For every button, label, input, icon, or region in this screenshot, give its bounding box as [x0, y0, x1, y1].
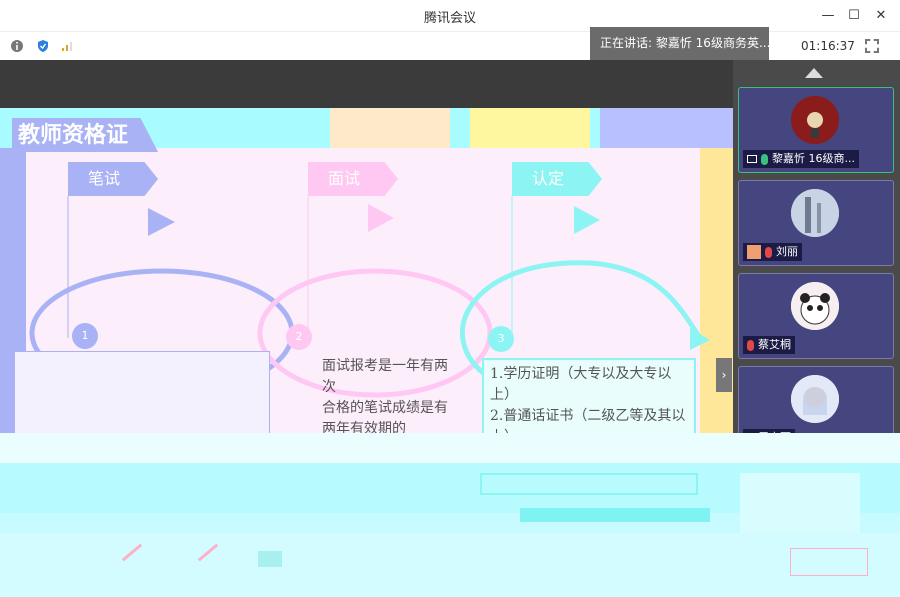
mic-muted-icon [765, 246, 772, 258]
participant-name: 黎嘉忻 16级商... [772, 152, 855, 165]
close-icon[interactable]: ✕ [871, 6, 891, 26]
photo-avatar [791, 189, 839, 237]
participant-tile[interactable]: 刘丽 [738, 180, 894, 266]
step3-arrowhead [574, 206, 600, 234]
shield-icon[interactable] [36, 39, 50, 53]
step-number-3: 3 [488, 326, 514, 352]
scroll-up-icon[interactable] [805, 68, 823, 78]
participant-name-bar: 黎嘉忻 16级商... [743, 150, 859, 168]
collapse-sidebar-button[interactable]: › [716, 358, 732, 392]
participant-tile[interactable]: 黎嘉忻 16级商... [738, 87, 894, 173]
mic-muted-icon [747, 339, 754, 351]
step2-arrowhead [368, 204, 394, 232]
fullscreen-icon[interactable] [865, 39, 879, 53]
step-number-1: 1 [72, 323, 98, 349]
info-icon[interactable] [10, 39, 24, 53]
participant-tile[interactable]: 蔡艾桐 [738, 273, 894, 359]
step1-arrowhead [148, 208, 175, 236]
rendering-artifact-region [0, 433, 900, 597]
participant-name-bar: 刘丽 [743, 243, 802, 261]
participant-name-bar: 蔡艾桐 [743, 336, 795, 354]
interview-text: 面试报考是一年有两次 合格的笔试成绩是有两年有效期的 [322, 358, 448, 437]
participant-name: 蔡艾桐 [758, 338, 791, 351]
mic-on-icon [761, 153, 768, 165]
curtain-avatar [791, 96, 839, 144]
maximize-icon[interactable]: ☐ [844, 6, 864, 26]
screen-share-icon [747, 155, 757, 163]
meeting-timer: 01:16:37 [801, 39, 855, 53]
participant-name: 刘丽 [776, 245, 798, 258]
step3-end-arrowhead [690, 328, 710, 350]
girl-avatar [791, 375, 839, 423]
step-number-2: 2 [286, 324, 312, 350]
minimize-icon[interactable]: — [818, 6, 838, 26]
speaking-indicator: 正在讲话: 黎嘉忻 16级商务英... [590, 27, 769, 60]
window-title: 腾讯会议 [423, 11, 476, 26]
user-icon [747, 245, 761, 259]
panda-avatar [791, 282, 839, 330]
signal-icon[interactable] [60, 39, 74, 53]
